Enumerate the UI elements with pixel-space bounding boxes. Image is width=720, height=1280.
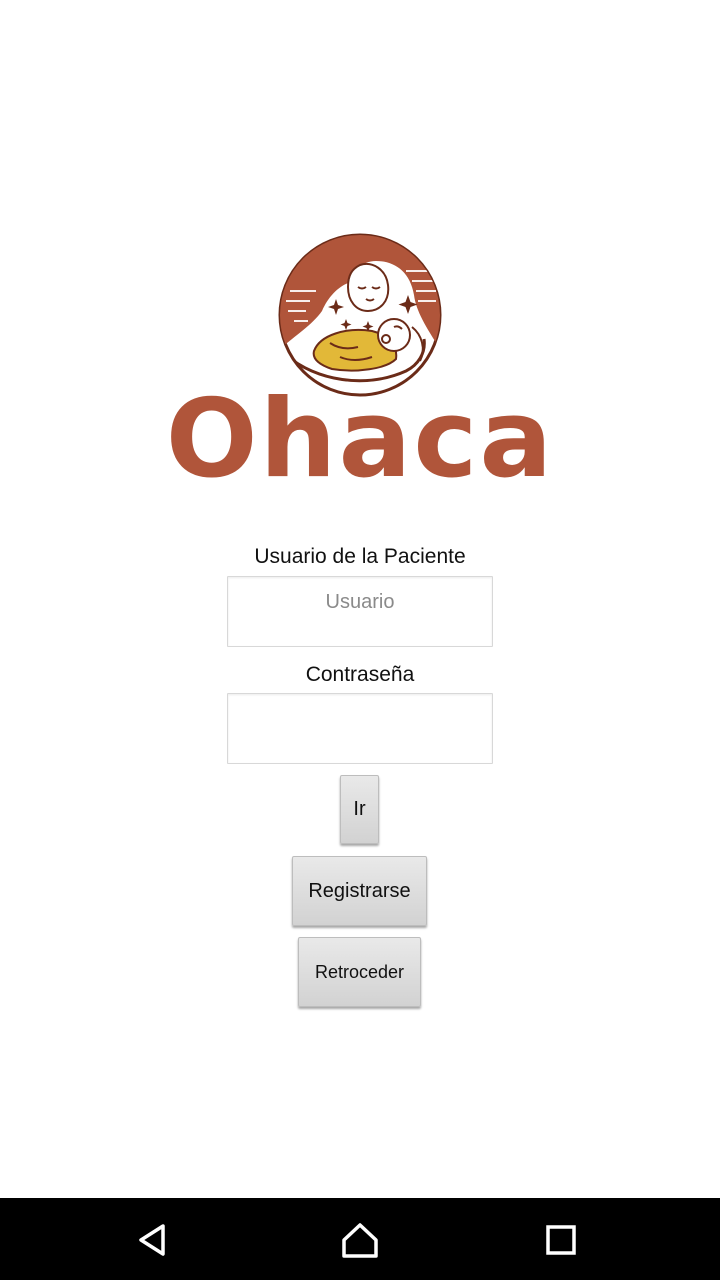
back-triangle-icon[interactable] — [131, 1218, 175, 1262]
username-label: Usuario de la Paciente — [254, 545, 466, 568]
mother-and-baby-emblem-icon — [278, 233, 442, 397]
password-label: Contraseña — [305, 663, 415, 686]
home-icon[interactable] — [338, 1218, 382, 1262]
app-logo: Ohaca — [0, 225, 720, 500]
password-input[interactable] — [227, 693, 493, 764]
logo-wordmark: Ohaca — [165, 377, 555, 502]
back-button[interactable]: Retroceder — [298, 937, 421, 1007]
login-screen: Ohaca Usuario de la Paciente Contraseña … — [0, 0, 720, 1280]
recents-square-icon[interactable] — [539, 1218, 583, 1262]
username-input[interactable] — [227, 576, 493, 647]
register-button[interactable]: Registrarse — [292, 856, 427, 926]
go-button[interactable]: Ir — [340, 775, 379, 844]
system-navigation-bar — [0, 1198, 720, 1280]
